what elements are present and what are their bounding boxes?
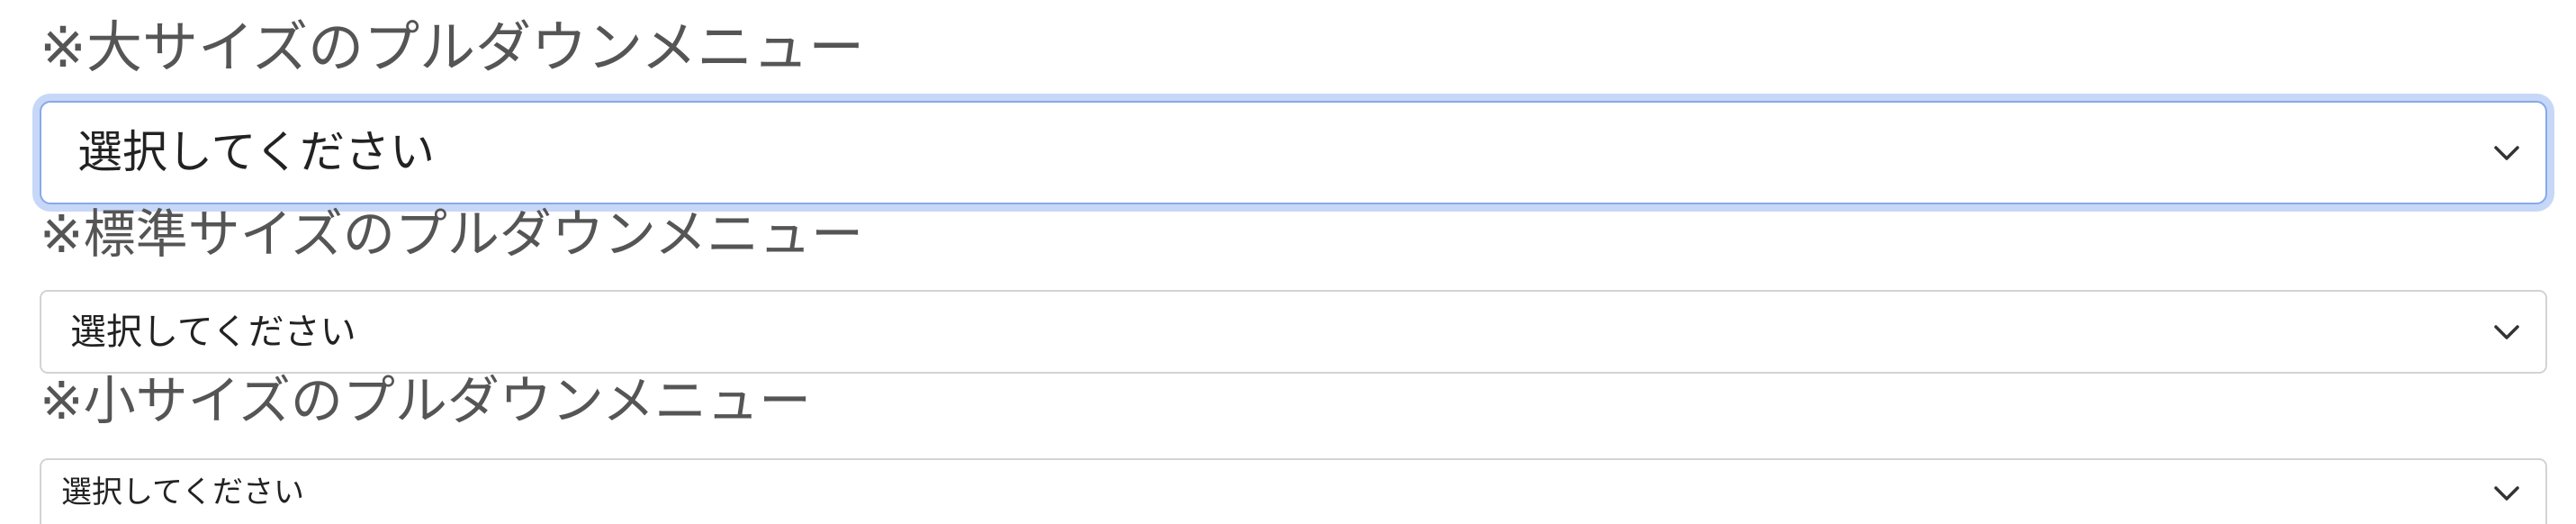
large-select-heading: ※大サイズのプルダウンメニュー	[40, 14, 865, 80]
normal-select-value: 選択してください	[70, 312, 356, 353]
normal-select[interactable]: 選択してください	[40, 290, 2547, 374]
chevron-down-icon	[2494, 145, 2519, 160]
normal-select-heading: ※標準サイズのプルダウンメニュー	[40, 203, 864, 265]
small-select[interactable]: 選択してください	[40, 458, 2547, 524]
small-select-heading: ※小サイズのプルダウンメニュー	[40, 370, 812, 431]
large-select-value: 選択してください	[77, 126, 435, 178]
chevron-down-icon	[2494, 324, 2519, 339]
small-select-value: 選択してください	[61, 474, 304, 510]
chevron-down-icon	[2494, 486, 2519, 501]
large-select[interactable]: 選択してください	[40, 101, 2547, 204]
